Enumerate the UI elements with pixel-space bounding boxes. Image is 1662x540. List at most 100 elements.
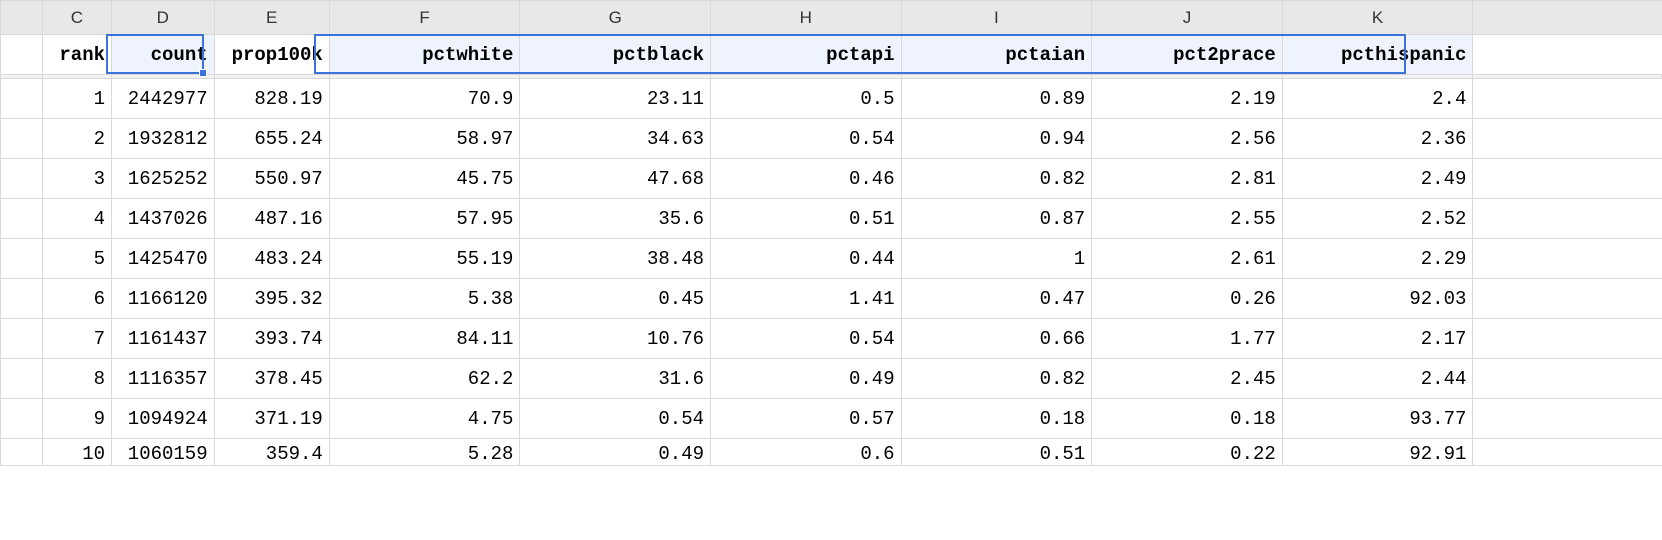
cell[interactable]: 1932812 <box>112 119 215 159</box>
table-row[interactable]: 9 1094924 371.19 4.75 0.54 0.57 0.18 0.1… <box>1 399 1662 439</box>
field-header-row[interactable]: rank count prop100k pctwhite pctblack pc… <box>1 35 1662 75</box>
cell[interactable]: 0.94 <box>901 119 1092 159</box>
cell[interactable]: 0.44 <box>711 239 902 279</box>
field-pctapi[interactable]: pctapi <box>711 35 902 75</box>
cell[interactable]: 1.77 <box>1092 319 1283 359</box>
cell[interactable]: 35.6 <box>520 199 711 239</box>
cell[interactable]: 0.89 <box>901 79 1092 119</box>
cell-filler[interactable] <box>1473 239 1662 279</box>
field-pct2prace[interactable]: pct2prace <box>1092 35 1283 75</box>
cell[interactable]: 31.6 <box>520 359 711 399</box>
table-row[interactable]: 6 1166120 395.32 5.38 0.45 1.41 0.47 0.2… <box>1 279 1662 319</box>
cell[interactable]: 84.11 <box>329 319 520 359</box>
cell[interactable]: 0.5 <box>711 79 902 119</box>
cell-stub[interactable] <box>1 399 43 439</box>
cell[interactable]: 1161437 <box>112 319 215 359</box>
cell-stub[interactable] <box>1 119 43 159</box>
cell[interactable]: 4 <box>42 199 111 239</box>
cell[interactable]: 23.11 <box>520 79 711 119</box>
cell[interactable]: 2.36 <box>1282 119 1473 159</box>
cell[interactable]: 0.49 <box>520 439 711 466</box>
cell[interactable]: 393.74 <box>214 319 329 359</box>
cell[interactable]: 655.24 <box>214 119 329 159</box>
cell[interactable]: 0.46 <box>711 159 902 199</box>
col-header-E[interactable]: E <box>214 1 329 35</box>
cell[interactable]: 1.41 <box>711 279 902 319</box>
cell[interactable]: 371.19 <box>214 399 329 439</box>
spreadsheet-grid[interactable]: C D E F G H I J K rank count prop100k pc… <box>0 0 1662 466</box>
col-header-F[interactable]: F <box>329 1 520 35</box>
cell[interactable]: 2.61 <box>1092 239 1283 279</box>
cell-stub[interactable] <box>1 239 43 279</box>
cell[interactable]: 2.55 <box>1092 199 1283 239</box>
cell[interactable]: 34.63 <box>520 119 711 159</box>
table-row[interactable]: 3 1625252 550.97 45.75 47.68 0.46 0.82 2… <box>1 159 1662 199</box>
cell[interactable]: 0.54 <box>711 319 902 359</box>
cell[interactable]: 487.16 <box>214 199 329 239</box>
cell[interactable]: 5.28 <box>329 439 520 466</box>
cell[interactable]: 10.76 <box>520 319 711 359</box>
column-header-row[interactable]: C D E F G H I J K <box>1 1 1662 35</box>
cell-stub[interactable] <box>1 359 43 399</box>
cell[interactable]: 62.2 <box>329 359 520 399</box>
field-pcthispanic[interactable]: pcthispanic <box>1282 35 1473 75</box>
cell[interactable]: 2.17 <box>1282 319 1473 359</box>
cell[interactable]: 7 <box>42 319 111 359</box>
col-header-H[interactable]: H <box>711 1 902 35</box>
cell[interactable]: 4.75 <box>329 399 520 439</box>
col-header-J[interactable]: J <box>1092 1 1283 35</box>
cell[interactable]: 70.9 <box>329 79 520 119</box>
corner-stub[interactable] <box>1 1 43 35</box>
cell[interactable]: 6 <box>42 279 111 319</box>
table-row[interactable]: 2 1932812 655.24 58.97 34.63 0.54 0.94 2… <box>1 119 1662 159</box>
cell[interactable]: 55.19 <box>329 239 520 279</box>
cell[interactable]: 1166120 <box>112 279 215 319</box>
table-row[interactable]: 1 2442977 828.19 70.9 23.11 0.5 0.89 2.1… <box>1 79 1662 119</box>
cell[interactable]: 38.48 <box>520 239 711 279</box>
cell[interactable]: 3 <box>42 159 111 199</box>
cell[interactable]: 47.68 <box>520 159 711 199</box>
field-pctwhite[interactable]: pctwhite <box>329 35 520 75</box>
cell[interactable]: 0.54 <box>711 119 902 159</box>
cell[interactable]: 0.18 <box>901 399 1092 439</box>
cell[interactable]: 2.56 <box>1092 119 1283 159</box>
cell[interactable]: 58.97 <box>329 119 520 159</box>
cell[interactable]: 8 <box>42 359 111 399</box>
cell[interactable]: 395.32 <box>214 279 329 319</box>
cell-filler[interactable] <box>1473 119 1662 159</box>
cell[interactable]: 2.52 <box>1282 199 1473 239</box>
cell[interactable]: 1437026 <box>112 199 215 239</box>
col-header-filler[interactable] <box>1473 1 1662 35</box>
cell[interactable]: 828.19 <box>214 79 329 119</box>
cell[interactable]: 0.18 <box>1092 399 1283 439</box>
cell[interactable]: 2.81 <box>1092 159 1283 199</box>
col-header-G[interactable]: G <box>520 1 711 35</box>
cell[interactable]: 1116357 <box>112 359 215 399</box>
cell-filler[interactable] <box>1473 359 1662 399</box>
cell[interactable]: 2.4 <box>1282 79 1473 119</box>
cell[interactable]: 0.49 <box>711 359 902 399</box>
cell-stub[interactable] <box>1 279 43 319</box>
table-row[interactable]: 10 1060159 359.4 5.28 0.49 0.6 0.51 0.22… <box>1 439 1662 466</box>
cell[interactable]: 1060159 <box>112 439 215 466</box>
col-header-I[interactable]: I <box>901 1 1092 35</box>
field-rank[interactable]: rank <box>42 35 111 75</box>
cell[interactable]: 378.45 <box>214 359 329 399</box>
cell[interactable]: 2.29 <box>1282 239 1473 279</box>
cell-filler[interactable] <box>1473 279 1662 319</box>
cell-filler[interactable] <box>1473 439 1662 466</box>
field-prop100k[interactable]: prop100k <box>214 35 329 75</box>
col-header-C[interactable]: C <box>42 1 111 35</box>
cell[interactable]: 2.19 <box>1092 79 1283 119</box>
cell-filler[interactable] <box>1473 399 1662 439</box>
col-header-D[interactable]: D <box>112 1 215 35</box>
cell[interactable]: 0.6 <box>711 439 902 466</box>
cell[interactable]: 0.51 <box>901 439 1092 466</box>
spreadsheet-viewport[interactable]: C D E F G H I J K rank count prop100k pc… <box>0 0 1662 540</box>
field-count[interactable]: count <box>112 35 215 75</box>
col-header-K[interactable]: K <box>1282 1 1473 35</box>
field-pctaian[interactable]: pctaian <box>901 35 1092 75</box>
cell[interactable]: 10 <box>42 439 111 466</box>
cell[interactable]: 2442977 <box>112 79 215 119</box>
table-row[interactable]: 4 1437026 487.16 57.95 35.6 0.51 0.87 2.… <box>1 199 1662 239</box>
